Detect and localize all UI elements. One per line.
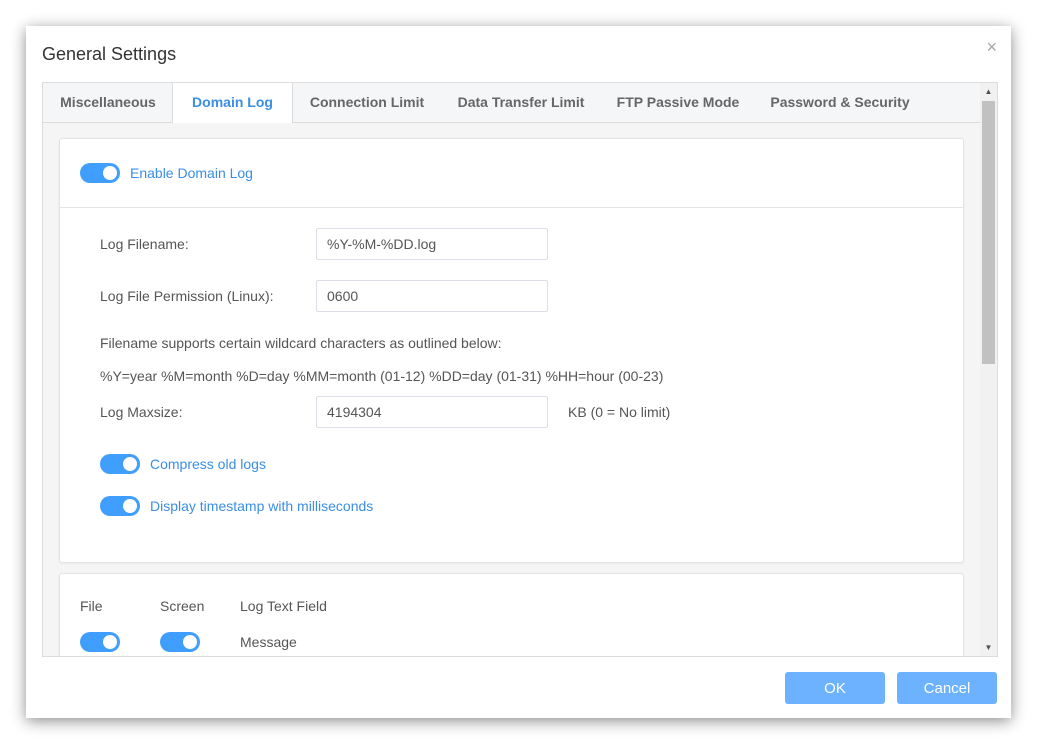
tab-ftp-passive-mode[interactable]: FTP Passive Mode xyxy=(601,83,755,122)
screen-toggle[interactable] xyxy=(160,632,200,652)
tab-domain-log[interactable]: Domain Log xyxy=(172,83,293,123)
general-settings-dialog: General Settings × Miscellaneous Domain … xyxy=(26,26,1011,718)
column-header-file: File xyxy=(80,598,103,614)
file-toggle[interactable] xyxy=(80,632,120,652)
compress-old-logs-toggle[interactable] xyxy=(100,454,140,474)
column-header-screen: Screen xyxy=(160,598,205,614)
enable-domain-log-label[interactable]: Enable Domain Log xyxy=(130,163,253,183)
compress-old-logs-label[interactable]: Compress old logs xyxy=(150,454,266,474)
log-field-message: Message xyxy=(240,634,297,650)
wildcard-list: %Y=year %M=month %D=day %MM=month (01-12… xyxy=(100,368,664,384)
tab-content: Enable Domain Log Log Filename: Log File… xyxy=(43,123,980,656)
log-fields-card: File Screen Log Text Field Message xyxy=(59,573,964,656)
enable-domain-log-toggle[interactable] xyxy=(80,163,120,183)
scrollbar-thumb[interactable] xyxy=(982,101,995,364)
scroll-up-icon[interactable]: ▲ xyxy=(980,83,997,100)
timestamp-ms-label[interactable]: Display timestamp with milliseconds xyxy=(150,496,373,516)
wildcard-note: Filename supports certain wildcard chara… xyxy=(100,335,502,351)
log-filename-input[interactable] xyxy=(316,228,548,260)
timestamp-ms-toggle[interactable] xyxy=(100,496,140,516)
domain-log-card: Enable Domain Log Log Filename: Log File… xyxy=(59,138,964,563)
log-maxsize-unit: KB (0 = No limit) xyxy=(568,404,671,420)
column-header-log-text-field: Log Text Field xyxy=(240,598,327,614)
tab-password-security[interactable]: Password & Security xyxy=(755,83,925,122)
tab-miscellaneous[interactable]: Miscellaneous xyxy=(43,83,173,122)
log-maxsize-input[interactable] xyxy=(316,396,548,428)
tab-data-transfer-limit[interactable]: Data Transfer Limit xyxy=(441,83,601,122)
ok-button[interactable]: OK xyxy=(785,672,885,704)
settings-panel: Miscellaneous Domain Log Connection Limi… xyxy=(42,82,998,657)
cancel-button[interactable]: Cancel xyxy=(897,672,997,704)
log-permission-label: Log File Permission (Linux): xyxy=(100,288,274,304)
vertical-scrollbar[interactable]: ▲ ▼ xyxy=(980,83,997,656)
scroll-down-icon[interactable]: ▼ xyxy=(980,639,997,656)
tab-connection-limit[interactable]: Connection Limit xyxy=(293,83,441,122)
dialog-title: General Settings xyxy=(42,44,177,64)
close-icon[interactable]: × xyxy=(986,38,997,56)
card-header: Enable Domain Log xyxy=(60,139,963,208)
log-filename-label: Log Filename: xyxy=(100,236,189,252)
log-permission-input[interactable] xyxy=(316,280,548,312)
tab-bar: Miscellaneous Domain Log Connection Limi… xyxy=(43,83,980,123)
log-maxsize-label: Log Maxsize: xyxy=(100,404,183,420)
